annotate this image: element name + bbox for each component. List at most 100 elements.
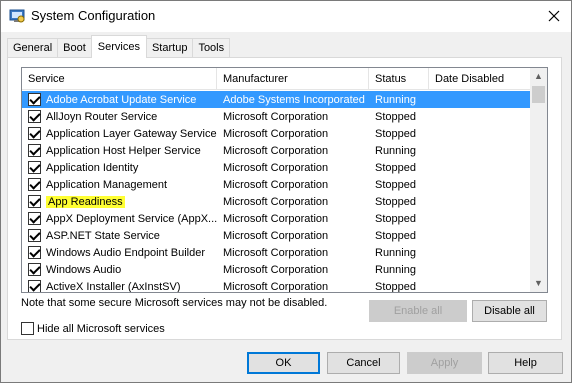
service-cell: Application Management xyxy=(22,178,217,191)
manufacturer-cell: Microsoft Corporation xyxy=(223,161,329,174)
service-cell: Adobe Acrobat Update Service xyxy=(22,93,217,106)
tab-boot[interactable]: Boot xyxy=(57,38,92,58)
service-cell: App Readiness xyxy=(22,195,217,208)
vertical-scrollbar[interactable]: ▲ ▼ xyxy=(530,68,547,292)
service-checkbox[interactable] xyxy=(28,110,41,123)
manufacturer-cell: Microsoft Corporation xyxy=(223,229,329,242)
status-cell: Stopped xyxy=(375,178,416,191)
table-row[interactable]: Application Layer Gateway Service Microso… xyxy=(22,125,532,142)
status-cell: Stopped xyxy=(375,195,416,208)
status-cell: Stopped xyxy=(375,229,416,242)
service-cell: Application Host Helper Service xyxy=(22,144,217,157)
service-checkbox[interactable] xyxy=(28,246,41,259)
table-row[interactable]: Windows Audio Endpoint Builder Microsoft … xyxy=(22,244,532,261)
service-checkbox[interactable] xyxy=(28,144,41,157)
status-cell: Running xyxy=(375,93,416,106)
enable-all-button[interactable]: Enable all xyxy=(369,300,467,322)
service-checkbox[interactable] xyxy=(28,178,41,191)
service-cell: ActiveX Installer (AxInstSV) xyxy=(22,280,217,293)
status-cell: Running xyxy=(375,144,416,157)
table-row[interactable]: Application Host Helper Service Microsoft… xyxy=(22,142,532,159)
status-cell: Stopped xyxy=(375,212,416,225)
service-checkbox[interactable] xyxy=(28,280,41,292)
column-header-status[interactable]: Status xyxy=(369,68,429,90)
disable-all-button[interactable]: Disable all xyxy=(472,300,547,322)
service-name: ActiveX Installer (AxInstSV) xyxy=(46,280,181,293)
manufacturer-cell: Adobe Systems Incorporated xyxy=(223,93,365,106)
service-cell: AllJoyn Router Service xyxy=(22,110,217,123)
status-cell: Running xyxy=(375,263,416,276)
service-checkbox[interactable] xyxy=(28,195,41,208)
service-cell: Windows Audio xyxy=(22,263,217,276)
scrollbar-thumb[interactable] xyxy=(532,86,545,103)
manufacturer-cell: Microsoft Corporation xyxy=(223,263,329,276)
tab-services[interactable]: Services xyxy=(90,35,147,58)
hide-microsoft-checkbox[interactable] xyxy=(21,322,34,335)
ok-button[interactable]: OK xyxy=(247,352,320,374)
service-cell: Application Identity xyxy=(22,161,217,174)
table-row[interactable]: AllJoyn Router Service Microsoft Corporat… xyxy=(22,108,532,125)
manufacturer-cell: Microsoft Corporation xyxy=(223,178,329,191)
cancel-button[interactable]: Cancel xyxy=(327,352,400,374)
service-rows: Adobe Acrobat Update Service Adobe System… xyxy=(22,91,532,293)
hide-microsoft-label: Hide all Microsoft services xyxy=(37,322,165,335)
tab-tools[interactable]: Tools xyxy=(192,38,231,58)
chevron-down-icon[interactable]: ▼ xyxy=(530,275,547,292)
service-name: Application Layer Gateway Service xyxy=(46,127,217,140)
service-name: App Readiness xyxy=(46,195,125,208)
service-name: Application Management xyxy=(46,178,168,191)
manufacturer-cell: Microsoft Corporation xyxy=(223,280,329,293)
service-name: Application Host Helper Service xyxy=(46,144,201,157)
service-checkbox[interactable] xyxy=(28,229,41,242)
system-configuration-icon xyxy=(9,9,25,23)
table-row[interactable]: ActiveX Installer (AxInstSV) Microsoft Co… xyxy=(22,278,532,293)
chevron-up-icon[interactable]: ▲ xyxy=(530,68,547,85)
service-name: Application Identity xyxy=(46,161,139,174)
manufacturer-cell: Microsoft Corporation xyxy=(223,127,329,140)
window-title: System Configuration xyxy=(31,8,156,23)
status-cell: Stopped xyxy=(375,280,416,293)
tab-strip: General Boot Services Startup Tools xyxy=(7,35,231,58)
service-name: Windows Audio Endpoint Builder xyxy=(46,246,205,259)
table-row[interactable]: App Readiness Microsoft Corporation Stoppe… xyxy=(22,193,532,210)
column-header-manufacturer[interactable]: Manufacturer xyxy=(217,68,369,90)
service-cell: AppX Deployment Service (AppX... xyxy=(22,212,217,225)
tab-startup[interactable]: Startup xyxy=(145,38,194,58)
table-row[interactable]: AppX Deployment Service (AppX... Microsof… xyxy=(22,210,532,227)
list-header: Service Manufacturer Status Date Disable… xyxy=(22,68,532,90)
service-name: Adobe Acrobat Update Service xyxy=(46,93,197,106)
hide-microsoft-row[interactable]: Hide all Microsoft services xyxy=(21,322,165,335)
table-row[interactable]: Application Management Microsoft Corporat… xyxy=(22,176,532,193)
table-row[interactable]: Adobe Acrobat Update Service Adobe System… xyxy=(22,91,532,108)
column-header-date-disabled[interactable]: Date Disabled xyxy=(429,68,532,90)
service-checkbox[interactable] xyxy=(28,263,41,276)
service-cell: Application Layer Gateway Service xyxy=(22,127,217,140)
manufacturer-cell: Microsoft Corporation xyxy=(223,195,329,208)
table-row[interactable]: Application Identity Microsoft Corporatio… xyxy=(22,159,532,176)
manufacturer-cell: Microsoft Corporation xyxy=(223,144,329,157)
status-cell: Stopped xyxy=(375,161,416,174)
table-row[interactable]: Windows Audio Microsoft Corporation Runnin… xyxy=(22,261,532,278)
manufacturer-cell: Microsoft Corporation xyxy=(223,212,329,225)
service-checkbox[interactable] xyxy=(28,161,41,174)
manufacturer-cell: Microsoft Corporation xyxy=(223,246,329,259)
system-configuration-window: System Configuration General Boot Servic… xyxy=(0,0,572,383)
title-bar: System Configuration xyxy=(1,1,571,32)
service-cell: ASP.NET State Service xyxy=(22,229,217,242)
service-checkbox[interactable] xyxy=(28,212,41,225)
service-checkbox[interactable] xyxy=(28,93,41,106)
secure-services-note: Note that some secure Microsoft services… xyxy=(21,297,328,309)
help-button[interactable]: Help xyxy=(488,352,563,374)
service-name: Windows Audio xyxy=(46,263,122,276)
service-name: AllJoyn Router Service xyxy=(46,110,158,123)
table-row[interactable]: ASP.NET State Service Microsoft Corporati… xyxy=(22,227,532,244)
tab-general[interactable]: General xyxy=(7,38,59,58)
close-icon[interactable] xyxy=(543,5,565,27)
service-checkbox[interactable] xyxy=(28,127,41,140)
service-name: ASP.NET State Service xyxy=(46,229,160,242)
apply-button[interactable]: Apply xyxy=(407,352,482,374)
services-list: Service Manufacturer Status Date Disable… xyxy=(21,67,548,293)
status-cell: Stopped xyxy=(375,110,416,123)
service-name: AppX Deployment Service (AppX... xyxy=(46,212,217,225)
column-header-service[interactable]: Service xyxy=(22,68,217,90)
